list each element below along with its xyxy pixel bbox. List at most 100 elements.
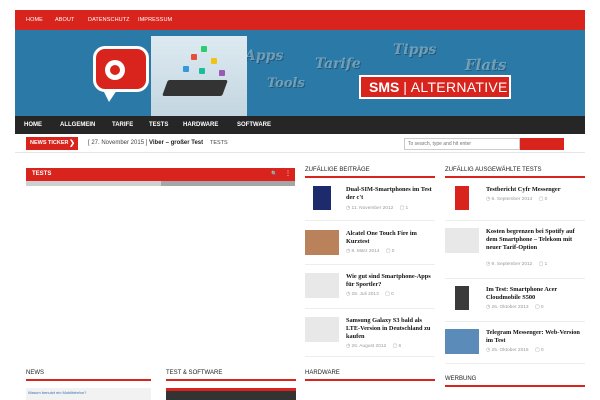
comment-icon: ▢ (534, 305, 540, 310)
post-thumbnail[interactable] (305, 317, 339, 342)
more-menu-icon[interactable]: ⋮ (285, 171, 291, 177)
post-meta: ◷ 26. August 2012 ▢ 6 (346, 344, 401, 349)
app-icon (199, 68, 205, 74)
slider-controls: 🔍 ⋮ (271, 168, 291, 181)
post-date: 9. September 2012 (491, 262, 533, 267)
post-date: 6. September 2014 (491, 197, 533, 202)
ticker-category-link[interactable]: TESTS (210, 137, 228, 150)
post-title[interactable]: Samsung Galaxy S3 bald als LTE-Version i… (346, 317, 436, 341)
banner-word-apps: Apps (245, 48, 284, 64)
list-item[interactable]: Im Test: Smartphone Acer Cloudmobile S50… (445, 286, 585, 318)
post-thumbnail[interactable] (445, 228, 479, 253)
list-item[interactable]: Telegram Messenger: Web-Version im Test … (445, 329, 585, 361)
search-button[interactable] (520, 138, 564, 150)
comment-count: 0 (390, 292, 394, 297)
post-meta: ◷ 25. Oktober 2015 ▢ 0 (486, 348, 544, 353)
post-meta: ◷ 28. Juli 2013 ▢ 0 (346, 292, 394, 297)
post-title[interactable]: Im Test: Smartphone Acer Cloudmobile S50… (486, 286, 582, 302)
divider (305, 220, 435, 221)
list-item[interactable]: Kosten begrenzen bei Spotify auf dem Sma… (445, 228, 585, 268)
top-navigation: HOME ABOUT DATENSCHUTZ IMPRESSUM (15, 10, 585, 30)
list-item[interactable]: Wie gut sind Smartphone-Apps für Sportle… (305, 273, 435, 303)
post-meta: ◷ 11. November 2012 ▢ 1 (346, 206, 408, 211)
test-software-section-title: TEST & SOFTWARE (166, 370, 223, 376)
comment-count: 6 (398, 344, 402, 349)
main-navigation: HOME ALLGEMEIN TARIFE TESTS HARDWARE SOF… (15, 116, 585, 134)
app-icon (211, 58, 217, 64)
post-title[interactable]: Dual-SIM-Smartphones im Test der c't (346, 186, 436, 202)
brand-separator: | (403, 79, 407, 95)
comment-icon: ▢ (392, 344, 398, 349)
nav-tarife[interactable]: TARIFE (112, 116, 133, 134)
topnav-home-link[interactable]: HOME (26, 10, 43, 30)
post-thumbnail[interactable] (455, 186, 469, 210)
tablet-device (162, 80, 228, 96)
divider (445, 278, 585, 279)
divider (445, 220, 585, 221)
page-frame: HOME ABOUT DATENSCHUTZ IMPRESSUM Apps Ta… (15, 10, 585, 400)
tests-slider-title: TESTS (32, 171, 52, 177)
post-thumbnail[interactable] (445, 329, 479, 354)
news-thumbnail[interactable]: Warum benutzt ein Mobiltelefon? (26, 388, 151, 400)
clock-icon: ◷ (346, 249, 351, 254)
section-underline (26, 379, 151, 381)
chevron-right-icon: ❯ (69, 140, 75, 147)
topnav-impressum-link[interactable]: IMPRESSUM (138, 10, 172, 30)
divider (445, 321, 585, 322)
test-software-thumbnail[interactable] (166, 388, 296, 400)
post-thumbnail[interactable] (455, 286, 469, 310)
clock-icon: ◷ (486, 348, 491, 353)
section-underline (305, 379, 435, 381)
post-title[interactable]: Testbericht Cyfr Messenger (486, 186, 582, 194)
post-date: 8. März 2014 (351, 249, 380, 254)
list-item[interactable]: Samsung Galaxy S3 bald als LTE-Version i… (305, 317, 435, 353)
logo-bubble-tail (103, 90, 117, 102)
search-input[interactable] (404, 138, 520, 150)
post-thumbnail[interactable] (305, 273, 339, 298)
post-title[interactable]: Wie gut sind Smartphone-Apps für Sportle… (346, 273, 436, 289)
comment-count: 1 (544, 262, 548, 267)
topnav-datenschutz-link[interactable]: DATENSCHUTZ (88, 10, 130, 30)
list-item[interactable]: Testbericht Cyfr Messenger ◷ 6. Septembe… (445, 186, 585, 216)
banner-word-tipps: Tipps (393, 42, 437, 58)
site-logo[interactable]: SMS | ALTERNATIVE (359, 75, 511, 99)
comment-icon: ▢ (538, 197, 544, 202)
brand-sms: SMS (369, 79, 400, 95)
banner-word-flats: Flats (465, 56, 507, 74)
list-item[interactable]: Alcatel One Touch Fire im Kurztest ◷ 8. … (305, 230, 435, 260)
clock-icon: ◷ (486, 305, 491, 310)
comment-count: 0 (544, 197, 548, 202)
search-icon[interactable]: 🔍 (271, 171, 277, 177)
tests-slider-header: TESTS 🔍 ⋮ (26, 168, 295, 181)
section-underline (445, 385, 585, 387)
news-section-title: NEWS (26, 370, 44, 376)
comment-count: 0 (391, 249, 395, 254)
app-icon (183, 66, 189, 72)
werbung-section-title: WERBUNG (445, 376, 477, 382)
nav-home[interactable]: HOME (24, 116, 42, 134)
divider (305, 356, 435, 357)
comment-count: 0 (540, 305, 544, 310)
post-thumbnail[interactable] (313, 186, 331, 210)
post-thumbnail[interactable] (305, 230, 339, 255)
app-icon (219, 70, 225, 76)
slider-progress (26, 181, 295, 186)
comment-count: 1 (405, 206, 409, 211)
comment-icon: ▢ (385, 249, 391, 254)
topnav-about-link[interactable]: ABOUT (55, 10, 74, 30)
list-item[interactable]: Dual-SIM-Smartphones im Test der c't ◷ 1… (305, 186, 435, 216)
nav-allgemein[interactable]: ALLGEMEIN (60, 116, 95, 134)
nav-tests[interactable]: TESTS (149, 116, 168, 134)
news-ticker-text: NEWS TICKER (30, 140, 69, 146)
header-banner[interactable]: Apps Tarife Tipps Flats Tools SMS | ALTE… (15, 30, 585, 116)
clock-icon: ◷ (486, 262, 491, 267)
comment-icon: ▢ (538, 262, 544, 267)
nav-hardware[interactable]: HARDWARE (183, 116, 218, 134)
post-meta: ◷ 9. September 2012 ▢ 1 (486, 262, 547, 267)
post-title[interactable]: Telegram Messenger: Web-Version im Test (486, 329, 582, 345)
post-title[interactable]: Alcatel One Touch Fire im Kurztest (346, 230, 436, 246)
ticker-headline-link[interactable]: Viber – großer Test (149, 137, 203, 150)
clock-icon: ◷ (486, 197, 491, 202)
post-title[interactable]: Kosten begrenzen bei Spotify auf dem Sma… (486, 228, 582, 252)
nav-software[interactable]: SOFTWARE (237, 116, 271, 134)
